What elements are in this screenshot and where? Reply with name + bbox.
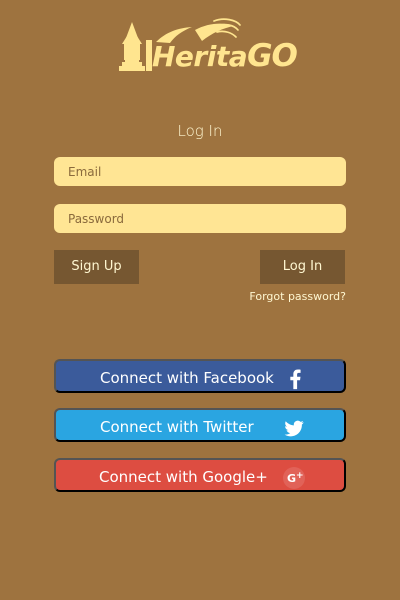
facebook-connect-button[interactable]: Connect with Facebook: [54, 359, 346, 393]
google-connect-button[interactable]: Connect with Google+ G +: [54, 458, 346, 492]
email-field[interactable]: [54, 156, 346, 187]
google-connect-label: Connect with Google+: [99, 468, 268, 486]
email-input[interactable]: [66, 156, 334, 187]
logo-text-accent: GO: [247, 38, 298, 74]
login-button[interactable]: Log In: [260, 250, 345, 284]
login-screen: HeritaGO Log In Sign Up Log In Forgot pa…: [0, 0, 400, 600]
twitter-connect-button[interactable]: Connect with Twitter: [54, 408, 346, 442]
facebook-icon: [290, 369, 301, 390]
page-title: Log In: [177, 122, 223, 140]
twitter-icon: [284, 420, 304, 437]
google-plus-icon: G +: [283, 467, 305, 489]
signup-button[interactable]: Sign Up: [54, 250, 139, 284]
facebook-connect-label: Connect with Facebook: [100, 369, 274, 387]
forgot-password-link[interactable]: Forgot password?: [244, 290, 346, 304]
password-input[interactable]: [66, 203, 334, 234]
app-logo: HeritaGO: [112, 18, 298, 78]
password-field[interactable]: [54, 203, 346, 234]
logo-text-main: Herita: [152, 40, 248, 73]
svg-text:G: G: [287, 472, 296, 485]
twitter-connect-label: Connect with Twitter: [100, 418, 254, 436]
svg-text:+: +: [296, 471, 304, 481]
logo-wordmark: HeritaGO: [152, 38, 298, 74]
